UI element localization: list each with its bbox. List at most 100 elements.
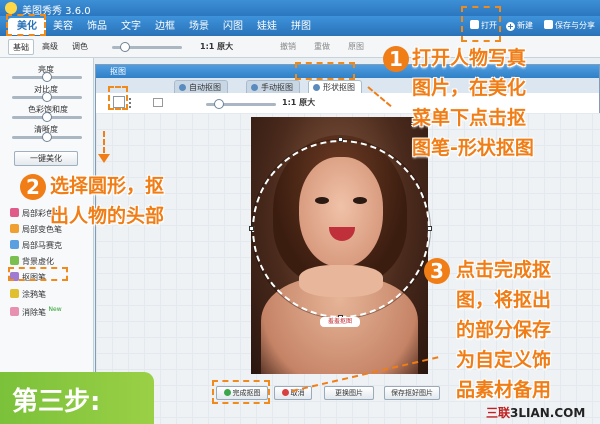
tool-local-mosaic[interactable]: 局部马赛克 (10, 240, 62, 251)
step3-line3: 的部分保存 (456, 319, 552, 341)
app-logo-icon (5, 2, 17, 14)
resize-handle[interactable] (249, 226, 254, 231)
step2-arrowhead (98, 154, 110, 163)
step1-line4: 图笔-形状抠图 (412, 137, 534, 159)
zoom-actual-size[interactable]: 1:1 原大 (200, 41, 233, 52)
one-click-beautify-button[interactable]: 一键美化 (14, 151, 78, 166)
resize-handle[interactable] (338, 137, 343, 142)
auto-cutout-icon (179, 84, 186, 91)
tab-shape-cutout[interactable]: 形状抠图 (308, 80, 362, 93)
circle-selection[interactable] (252, 140, 430, 318)
shape-options-icon[interactable] (129, 98, 133, 108)
saturation-slider[interactable] (12, 112, 82, 122)
tool-label: 涂鸦笔 (22, 290, 46, 299)
original-button[interactable]: 原图 (348, 41, 364, 52)
slider-knob[interactable] (42, 92, 52, 102)
watermark: 三联3LIAN.COM (486, 404, 585, 421)
blur-icon (10, 256, 19, 265)
title-bar: 美图秀秀 3.6.0 (0, 0, 600, 17)
save-share-button[interactable]: 保存与分享 (544, 19, 595, 33)
step-label-banner: 第三步: (0, 372, 154, 424)
tab-auto-cutout[interactable]: 自动抠图 (174, 80, 228, 93)
rectangle-shape-button[interactable] (153, 98, 163, 107)
highlight-open-button (461, 6, 501, 42)
tab-label: 手动抠图 (261, 83, 293, 92)
save-icon (544, 20, 553, 29)
slider-knob[interactable] (42, 132, 52, 142)
tool-label: 消除笔 (22, 308, 46, 317)
tab-scene[interactable]: 场景 (184, 18, 214, 35)
save-label: 保存与分享 (555, 21, 595, 30)
plus-icon: + (506, 22, 515, 31)
doodle-pen-icon (10, 289, 19, 298)
tool-eraser-pen[interactable]: 消除笔 New (10, 306, 62, 318)
brightness-slider[interactable] (12, 72, 82, 82)
manual-cutout-icon (251, 84, 258, 91)
eraser-icon (10, 307, 19, 316)
zoom-slider[interactable] (112, 42, 182, 52)
tab-flash[interactable]: 闪图 (218, 18, 248, 35)
close-icon (281, 389, 289, 396)
color-pen-icon (10, 208, 19, 217)
step1-line2: 图片，在美化 (412, 77, 527, 99)
contrast-slider[interactable] (12, 92, 82, 102)
cutout-badge: 羞羞抠图 (320, 317, 360, 327)
dialog-zoom-slider[interactable] (206, 99, 276, 109)
undo-button[interactable]: 撤销 (280, 41, 296, 52)
subtab-color[interactable]: 调色 (68, 39, 92, 55)
recolor-pen-icon (10, 224, 19, 233)
tool-label: 背景虚化 (22, 257, 54, 266)
tool-label: 局部马赛克 (22, 241, 62, 250)
highlight-shape-tab (295, 62, 355, 80)
step-label: 第三步: (12, 387, 101, 417)
zoom-slider-knob[interactable] (120, 42, 130, 52)
highlight-circle-shape (108, 86, 128, 110)
slider-knob[interactable] (42, 112, 52, 122)
tab-puzzle[interactable]: 拼图 (286, 18, 316, 35)
subtab-basic[interactable]: 基础 (8, 39, 34, 55)
new-badge: New (48, 306, 62, 313)
resize-handle[interactable] (427, 226, 432, 231)
step1-line3: 菜单下点击抠 (412, 107, 527, 129)
highlight-beautify-tab (6, 14, 46, 36)
step3-line5: 品素材备用 (456, 379, 552, 401)
step1-line1: 打开人物写真 (412, 47, 527, 69)
new-label: 新建 (517, 21, 533, 30)
tab-text[interactable]: 文字 (116, 18, 146, 35)
watermark-prefix: 三联 (486, 406, 511, 420)
dialog-actual-size[interactable]: 1:1 原大 (282, 97, 315, 109)
tool-background-blur[interactable]: 背景虚化 (10, 256, 54, 267)
highlight-cutout-pen (8, 267, 68, 281)
save-cutout-button[interactable]: 保存抠好图片 (384, 386, 440, 400)
dialog-zoom-knob[interactable] (214, 99, 224, 109)
tab-label: 自动抠图 (189, 83, 221, 92)
main-menu: 美化 美容 饰品 文字 边框 场景 闪图 娃娃 拼图 打开 + 新建 保存与分享 (0, 16, 600, 36)
redo-button[interactable]: 重做 (314, 41, 330, 52)
tab-skin[interactable]: 美容 (48, 18, 78, 35)
tab-frame[interactable]: 边框 (150, 18, 180, 35)
screen: 美图秀秀 3.6.0 美化 美容 饰品 文字 边框 场景 闪图 娃娃 拼图 打开… (0, 0, 600, 424)
new-button[interactable]: + 新建 (506, 19, 533, 33)
shape-cutout-icon (313, 84, 320, 91)
slider-knob[interactable] (42, 72, 52, 82)
step2-number: 2 (20, 174, 46, 200)
step1-number: 1 (383, 46, 409, 72)
step3-line1: 点击完成抠 (456, 259, 552, 281)
step3-line2: 图，将抠出 (456, 289, 552, 311)
step3-number: 3 (424, 258, 450, 284)
replace-image-button[interactable]: 更换图片 (324, 386, 374, 400)
tab-manual-cutout[interactable]: 手动抠图 (246, 80, 300, 93)
tool-doodle-pen[interactable]: 涂鸦笔 (10, 289, 46, 300)
step2-line1: 选择圆形，抠 (50, 175, 165, 197)
step2-line2: 出人物的头部 (50, 205, 165, 227)
tab-accessories[interactable]: 饰品 (82, 18, 112, 35)
left-panel: 亮度 对比度 色彩饱和度 清晰度 一键美化 局部彩色笔 局部变色笔 局部马赛克 … (0, 58, 94, 424)
sharpness-slider[interactable] (12, 132, 82, 142)
tab-label: 形状抠图 (323, 83, 355, 92)
tab-doll[interactable]: 娃娃 (252, 18, 282, 35)
watermark-suffix: 3LIAN.COM (510, 406, 586, 420)
mosaic-icon (10, 240, 19, 249)
highlight-done-button (212, 380, 270, 404)
step3-line4: 为自定义饰 (456, 349, 552, 371)
subtab-advanced[interactable]: 高级 (38, 39, 62, 55)
